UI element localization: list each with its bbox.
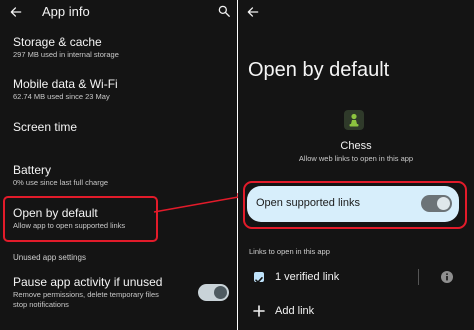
add-link-row[interactable]: Add link xyxy=(248,302,464,320)
chess-app-icon xyxy=(344,110,364,130)
verified-link-label: 1 verified link xyxy=(275,271,340,283)
app-info-header: App info xyxy=(0,0,237,24)
row-divider xyxy=(418,269,419,285)
back-arrow-icon[interactable] xyxy=(246,5,260,19)
chess-pawn-icon xyxy=(349,113,359,127)
info-icon[interactable] xyxy=(440,270,454,284)
verified-link-checkbox[interactable] xyxy=(254,272,264,283)
item-subtitle: 0% use since last full charge xyxy=(13,178,109,187)
app-name: Chess xyxy=(340,140,372,152)
page-title: Open by default xyxy=(248,59,390,81)
item-title: Mobile data & Wi-Fi xyxy=(13,77,118,91)
open-by-default-screen: Open by default Chess Allow web links to… xyxy=(238,0,474,330)
battery-item[interactable]: Battery 0% use since last full charge xyxy=(13,163,229,188)
back-arrow-icon[interactable] xyxy=(9,5,23,19)
search-icon[interactable] xyxy=(217,4,231,18)
screen-time-item[interactable]: Screen time xyxy=(13,120,229,135)
toggle-knob xyxy=(214,286,227,299)
item-subtitle-line2: stop notifications xyxy=(13,300,69,309)
plus-icon xyxy=(253,305,265,317)
item-title: Screen time xyxy=(13,120,78,134)
storage-cache-item[interactable]: Storage & cache 297 MB used in internal … xyxy=(13,35,229,60)
app-info-screen: App info Storage & cache 297 MB used in … xyxy=(0,0,237,330)
item-subtitle: 297 MB used in internal storage xyxy=(13,50,119,59)
item-title: Pause app activity if unused xyxy=(13,275,163,289)
unused-app-settings-header: Unused app settings xyxy=(13,253,86,262)
check-icon xyxy=(255,277,263,283)
app-description: Allow web links to open in this app xyxy=(298,154,414,163)
item-title: Storage & cache xyxy=(13,35,102,49)
pause-app-activity-toggle[interactable] xyxy=(198,284,229,301)
item-subtitle: 62.74 MB used since 23 May xyxy=(13,92,110,101)
item-title: Battery xyxy=(13,163,52,177)
mobile-data-item[interactable]: Mobile data & Wi-Fi 62.74 MB used since … xyxy=(13,77,229,102)
item-subtitle-line1: Remove permissions, delete temporary fil… xyxy=(13,290,159,299)
pause-app-activity-item[interactable]: Pause app activity if unused Remove perm… xyxy=(13,275,197,310)
verified-link-row[interactable]: 1 verified link xyxy=(248,268,464,286)
links-to-open-header: Links to open in this app xyxy=(249,247,330,256)
add-link-label: Add link xyxy=(275,305,315,317)
page-title: App info xyxy=(42,4,90,19)
open-by-default-highlight xyxy=(3,196,158,242)
open-supported-links-highlight xyxy=(243,181,467,229)
